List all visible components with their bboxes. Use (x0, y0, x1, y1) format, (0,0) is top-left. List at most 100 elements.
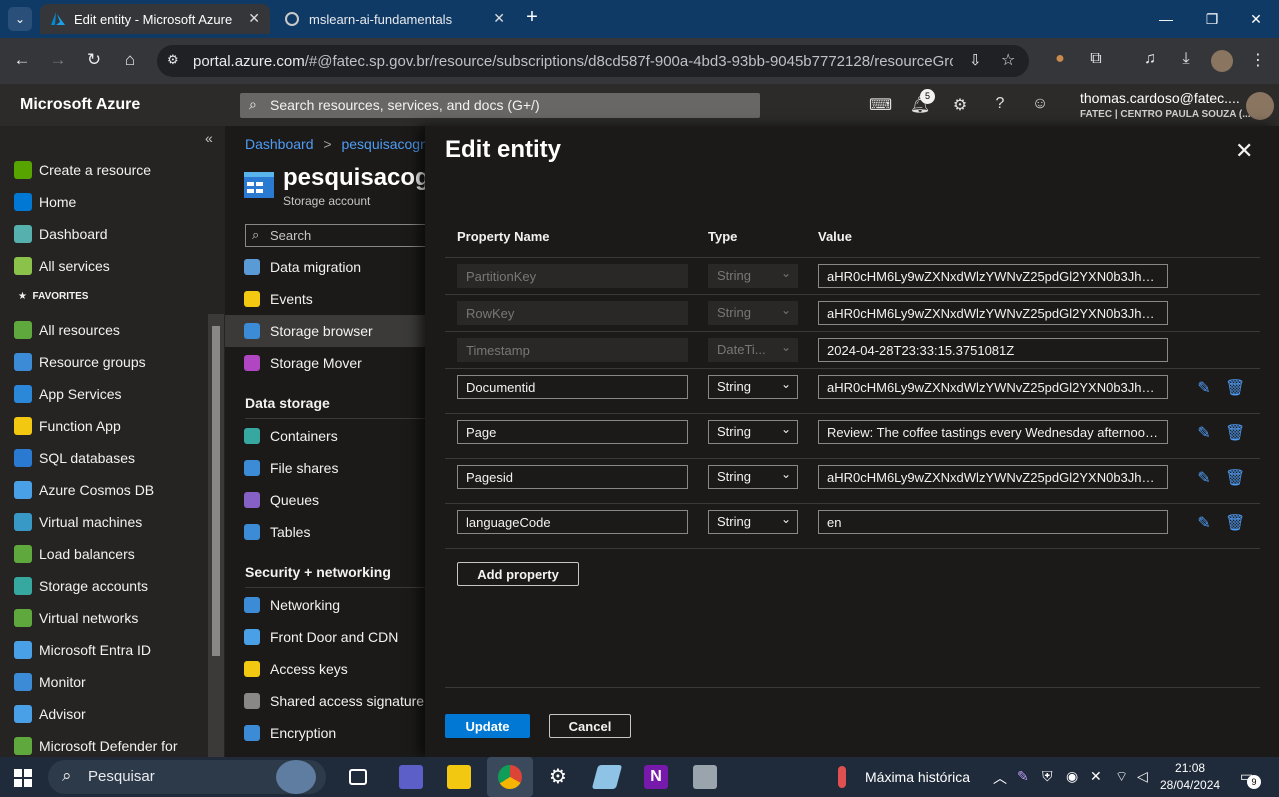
speaker-icon[interactable]: ◁ (1137, 768, 1148, 785)
install-app-icon[interactable]: ⇩ (969, 51, 982, 69)
security-shield-icon[interactable]: ⛨ (1042, 768, 1053, 785)
close-tab-icon[interactable]: ✕ (248, 10, 260, 27)
menu-item-shared-access-signature[interactable]: Shared access signature (225, 685, 425, 717)
bookmark-star-icon[interactable]: ☆ (1001, 50, 1015, 70)
value-field[interactable]: 2024-04-28T23:33:15.3751081Z (818, 338, 1168, 362)
notifications-bell-icon[interactable]: 🔔︎ 5 (909, 89, 935, 117)
printer-app-icon[interactable] (693, 765, 717, 789)
nav-item-resource-groups[interactable]: Resource groups (0, 346, 210, 378)
camera-icon[interactable]: ◉ (1066, 768, 1078, 785)
download-icon[interactable]: ⤓ (1175, 50, 1197, 72)
notification-center-icon[interactable]: ▭ 9 (1240, 768, 1261, 789)
cancel-button[interactable]: Cancel (549, 714, 631, 738)
avatar[interactable] (1246, 92, 1274, 120)
value-field[interactable]: aHR0cHM6Ly9wZXNxdWlzYWNvZ25pdGl2YXN0b3Jh… (818, 301, 1168, 325)
settings-gear-icon[interactable]: ⚙ (949, 95, 971, 117)
wifi-icon[interactable]: ⌔ (1115, 768, 1128, 786)
taskbar-search-input[interactable]: ⌕ Pesquisar (48, 760, 326, 794)
value-field[interactable]: aHR0cHM6Ly9wZXNxdWlzYWNvZ25pdGl2YXN0b3Jh… (818, 465, 1168, 489)
notes-app-icon[interactable] (591, 765, 623, 789)
nav-item-storage-accounts[interactable]: Storage accounts (0, 570, 210, 602)
nav-item-all-services[interactable]: All services (0, 250, 210, 282)
value-field[interactable]: Review: The coffee tastings every Wednes… (818, 420, 1168, 444)
type-dropdown[interactable]: String ⌄ (708, 465, 798, 489)
new-tab-button[interactable]: + (520, 6, 544, 30)
edit-pencil-icon[interactable]: ✎ (1194, 513, 1214, 533)
nav-item-azure-cosmos-db[interactable]: Azure Cosmos DB (0, 474, 210, 506)
delete-trash-icon[interactable]: 🗑︎ (1225, 468, 1245, 488)
close-tab-icon[interactable]: ✕ (493, 10, 505, 27)
url-text[interactable]: portal.azure.com/#@fatec.sp.gov.br/resou… (193, 53, 953, 70)
menu-search-input[interactable]: ⌕ Search (245, 224, 425, 247)
nav-item-microsoft-defender-for[interactable]: Microsoft Defender for (0, 730, 210, 757)
nav-item-app-services[interactable]: App Services (0, 378, 210, 410)
update-button[interactable]: Update (445, 714, 530, 738)
edit-pencil-icon[interactable]: ✎ (1194, 378, 1214, 398)
windows-start-icon[interactable] (14, 769, 32, 787)
nav-item-sql-databases[interactable]: SQL databases (0, 442, 210, 474)
menu-item-containers[interactable]: Containers (225, 420, 425, 452)
menu-item-file-shares[interactable]: File shares (225, 452, 425, 484)
menu-item-front-door-and-cdn[interactable]: Front Door and CDN (225, 621, 425, 653)
property-name-field[interactable]: Documentid (457, 375, 688, 399)
nav-item-microsoft-entra-id[interactable]: Microsoft Entra ID (0, 634, 210, 666)
back-icon[interactable]: ← (10, 50, 34, 72)
edit-pencil-icon[interactable]: ✎ (1194, 423, 1214, 443)
nav-item-virtual-machines[interactable]: Virtual machines (0, 506, 210, 538)
breadcrumb-dashboard[interactable]: Dashboard (245, 136, 314, 152)
property-name-field[interactable]: Page (457, 420, 688, 444)
system-clock[interactable]: 21:08 28/04/2024 (1160, 761, 1220, 792)
nav-item-virtual-networks[interactable]: Virtual networks (0, 602, 210, 634)
tab-search-button[interactable]: ⌄ (8, 7, 32, 31)
menu-item-storage-mover[interactable]: Storage Mover (225, 347, 425, 379)
collapse-nav-button[interactable]: « (205, 130, 213, 146)
task-view-icon[interactable] (349, 769, 367, 785)
url-bar[interactable]: ⚙ portal.azure.com/#@fatec.sp.gov.br/res… (157, 45, 1029, 77)
tab-edit-entity[interactable]: Edit entity - Microsoft Azure ✕ (40, 4, 270, 34)
menu-item-networking[interactable]: Networking (225, 589, 425, 621)
global-search-input[interactable]: ⌕ Search resources, services, and docs (… (240, 93, 760, 118)
chrome-icon[interactable] (498, 765, 522, 789)
menu-item-queues[interactable]: Queues (225, 484, 425, 516)
menu-item-encryption[interactable]: Encryption (225, 717, 425, 749)
user-account[interactable]: thomas.cardoso@fatec.... FATEC | CENTRO … (1080, 90, 1251, 120)
restore-icon[interactable]: ❐ (1189, 0, 1235, 38)
close-panel-icon[interactable]: ✕ (1235, 138, 1253, 164)
type-dropdown[interactable]: String ⌄ (708, 510, 798, 534)
tray-chevron-icon[interactable]: ︿ (993, 768, 1007, 788)
nav-item-home[interactable]: Home (0, 186, 210, 218)
nav-item-function-app[interactable]: Function App (0, 410, 210, 442)
media-controls-icon[interactable]: ♫ (1139, 50, 1161, 72)
weather-text[interactable]: Máxima histórica (865, 769, 970, 785)
value-field[interactable]: en (818, 510, 1168, 534)
tab-mslearn[interactable]: mslearn-ai-fundamentals ✕ (275, 4, 515, 34)
help-icon[interactable]: ? (989, 95, 1011, 117)
reload-icon[interactable]: ↻ (82, 50, 106, 72)
cloud-shell-icon[interactable]: ⌨ (869, 95, 892, 117)
menu-item-access-keys[interactable]: Access keys (225, 653, 425, 685)
home-icon[interactable]: ⌂ (118, 50, 142, 72)
breadcrumb-resource[interactable]: pesquisacogniti (341, 136, 425, 152)
settings-gear-icon[interactable]: ⚙ (546, 765, 570, 789)
nav-item-dashboard[interactable]: Dashboard (0, 218, 210, 250)
brand-title[interactable]: Microsoft Azure (20, 96, 140, 114)
delete-trash-icon[interactable]: 🗑︎ (1225, 423, 1245, 443)
type-dropdown[interactable]: String ⌄ (708, 420, 798, 444)
menu-kebab-icon[interactable]: ⋮ (1247, 50, 1269, 72)
menu-item-data-migration[interactable]: Data migration (225, 251, 425, 283)
menu-item-tables[interactable]: Tables (225, 516, 425, 548)
value-field[interactable]: aHR0cHM6Ly9wZXNxdWlzYWNvZ25pdGl2YXN0b3Jh… (818, 264, 1168, 288)
minimize-icon[interactable]: — (1143, 0, 1189, 38)
nav-item-load-balancers[interactable]: Load balancers (0, 538, 210, 570)
onenote-icon[interactable]: N (644, 765, 668, 789)
delete-trash-icon[interactable]: 🗑︎ (1225, 513, 1245, 533)
edit-pencil-icon[interactable]: ✎ (1194, 468, 1214, 488)
site-info-icon[interactable]: ⚙ (167, 52, 179, 68)
nav-item-all-resources[interactable]: All resources (0, 314, 210, 346)
cookie-extension-icon[interactable]: ● (1049, 50, 1071, 72)
nav-item-create-a-resource[interactable]: Create a resource (0, 154, 210, 186)
property-name-field[interactable]: languageCode (457, 510, 688, 534)
property-name-field[interactable]: Pagesid (457, 465, 688, 489)
nav-scrollbar-thumb[interactable] (212, 326, 220, 656)
value-field[interactable]: aHR0cHM6Ly9wZXNxdWlzYWNvZ25pdGl2YXN0b3Jh… (818, 375, 1168, 399)
